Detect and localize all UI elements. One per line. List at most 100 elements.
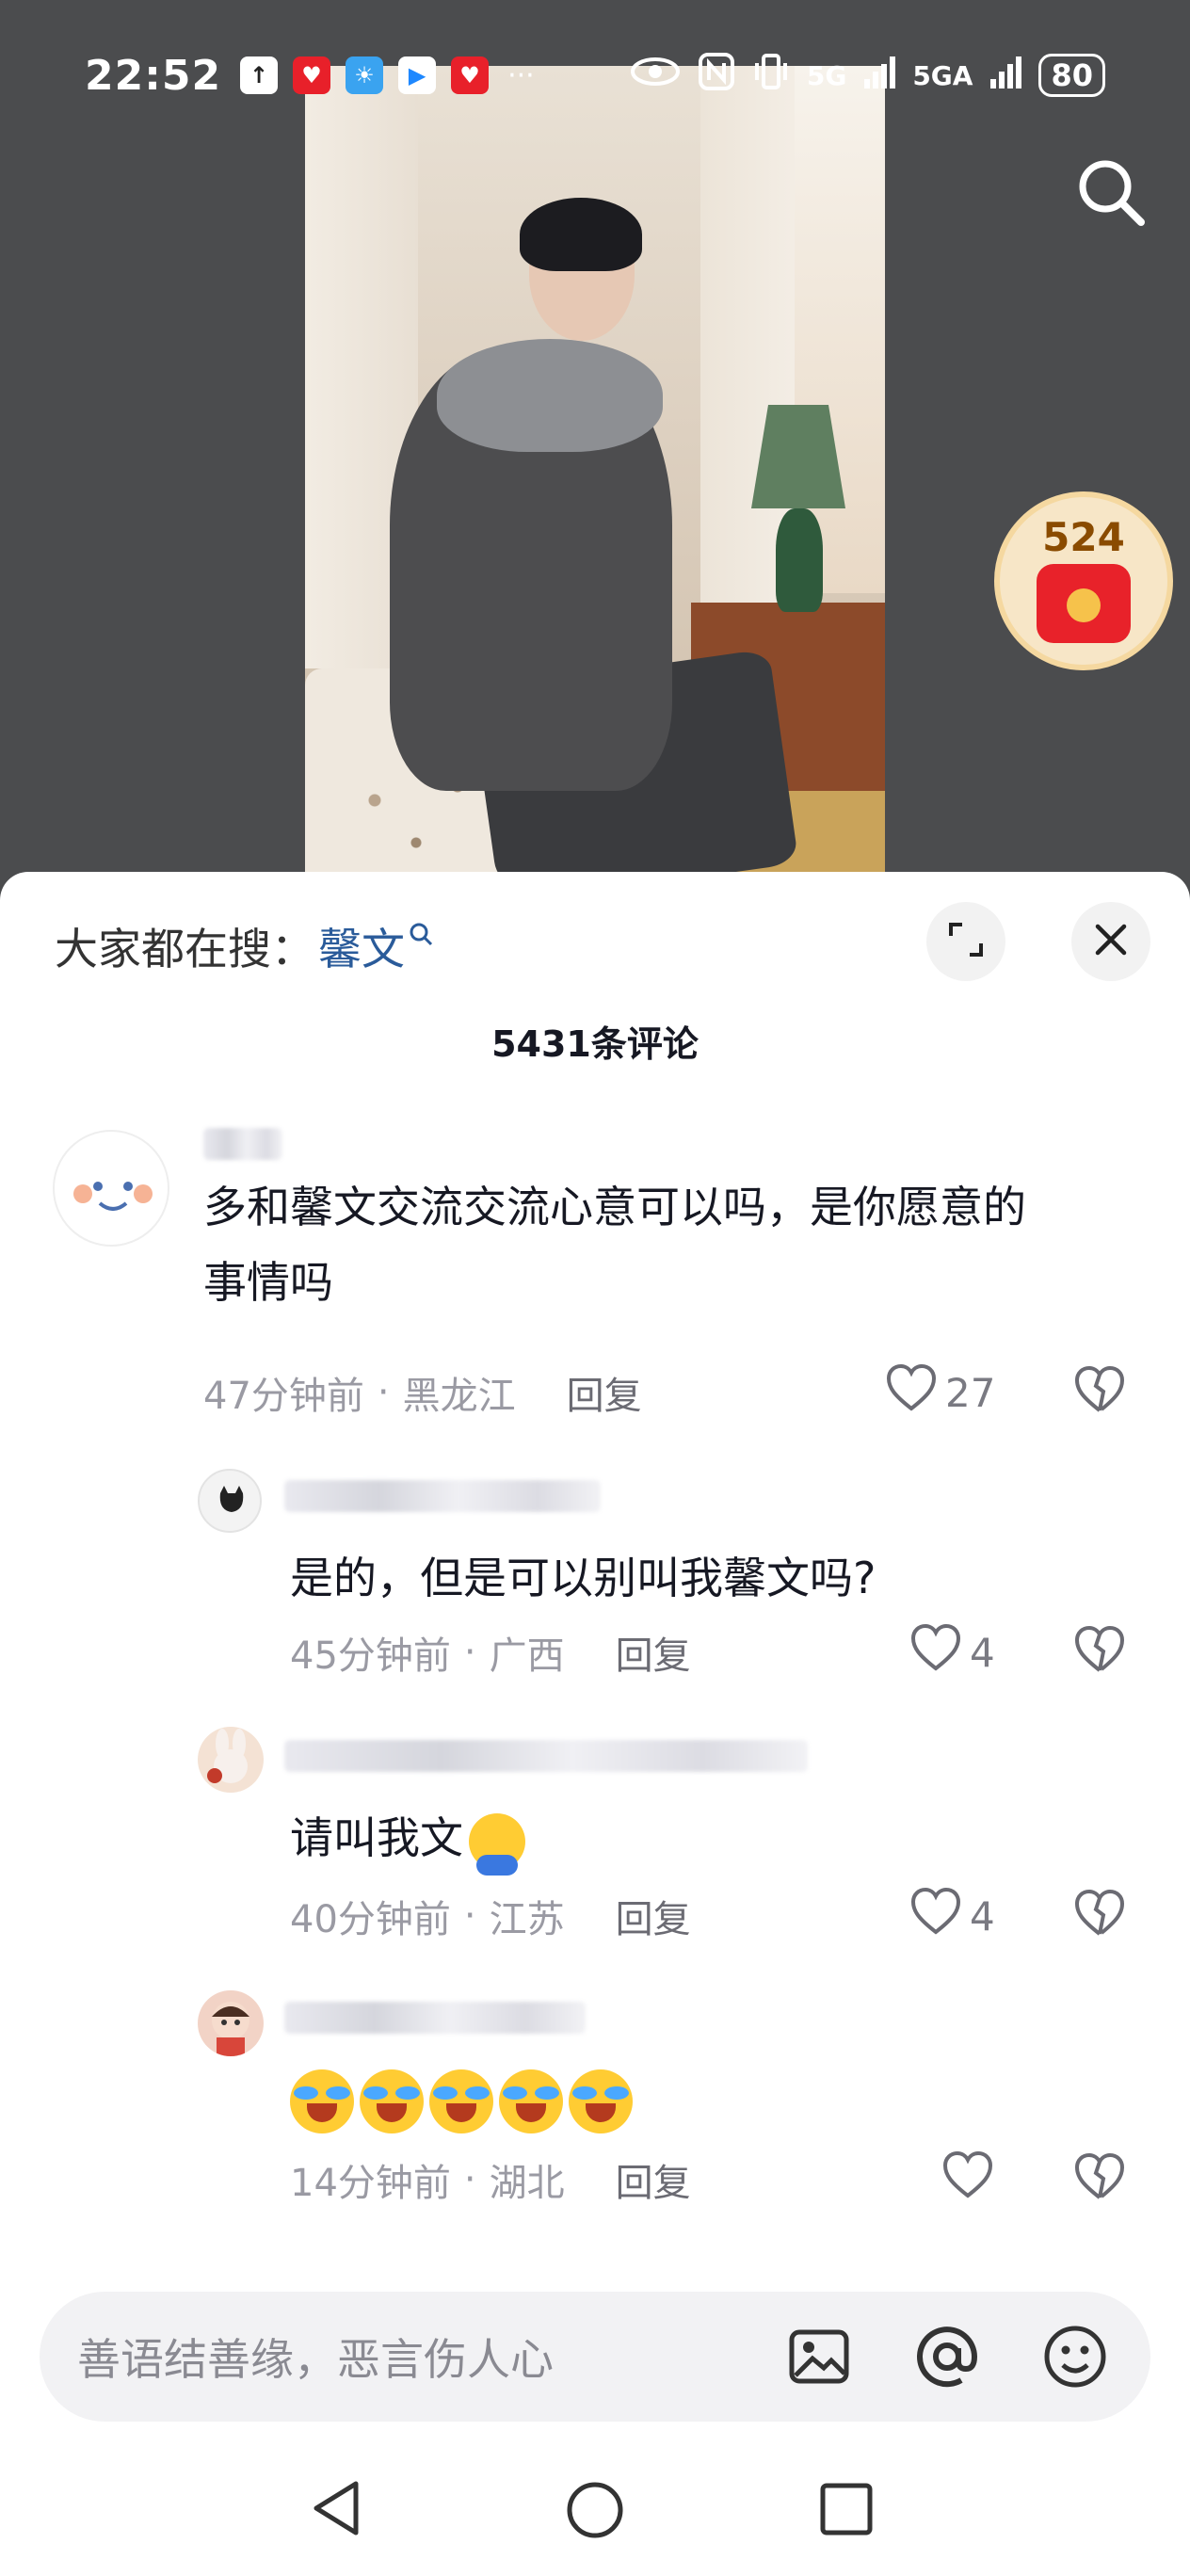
more-notifications-icon: ···: [507, 58, 535, 92]
reply-emoji-row: [290, 2060, 638, 2135]
nav-home-button[interactable]: [565, 2480, 625, 2544]
status-time: 22:52: [85, 51, 222, 100]
broken-heart-icon: [1073, 2152, 1126, 2205]
laughing-crying-emoji-icon: [290, 2069, 354, 2133]
avatar[interactable]: [198, 1990, 264, 2056]
heart-icon: [941, 2150, 1002, 2209]
nfc-icon: [698, 52, 735, 100]
comment-time: 45分钟前: [290, 1634, 451, 1678]
comment-location: 湖北: [489, 2162, 565, 2205]
network-5g-label: 5G: [806, 59, 847, 91]
like-count: 4: [970, 1892, 995, 1940]
video-player[interactable]: [305, 66, 885, 885]
search-icon[interactable]: [1075, 156, 1147, 228]
red-packet-widget[interactable]: 524: [994, 491, 1173, 670]
heart-icon: [909, 1887, 970, 1945]
network-5ga-label: 5GA: [912, 59, 973, 91]
dislike-button[interactable]: [1073, 1365, 1126, 1418]
video-person-scarf: [437, 339, 663, 452]
broken-heart-icon: [1073, 1365, 1126, 1418]
recents-square-icon: [819, 2483, 874, 2540]
expand-button[interactable]: [926, 902, 1005, 981]
close-button[interactable]: [1071, 902, 1150, 981]
taobao-notification-icon: ♥: [293, 56, 331, 94]
laughing-crying-emoji-icon: [360, 2069, 424, 2133]
reply-button[interactable]: 回复: [616, 2152, 691, 2207]
comment-location: 广西: [489, 1634, 565, 1678]
comment-count: 5431条评论: [491, 1023, 699, 1065]
hot-search-term[interactable]: 馨文: [318, 915, 405, 977]
nav-recents-button[interactable]: [819, 2482, 874, 2540]
comment-sheet: 大家都在搜： 馨文 5431条评论 多和馨文交流交流心意可以吗，是你愿意的 事情…: [0, 872, 1190, 2576]
eye-icon: [630, 56, 681, 96]
hot-search-row[interactable]: 大家都在搜： 馨文: [55, 915, 433, 977]
battery-indicator: 80: [1038, 54, 1105, 97]
avatar[interactable]: [198, 1727, 264, 1793]
upload-notification-icon: ↑: [240, 56, 279, 94]
home-circle-icon: [565, 2482, 625, 2544]
comment-text-line: 多和馨文交流交流心意可以吗，是你愿意的: [203, 1182, 1026, 1232]
avatar[interactable]: [198, 1469, 262, 1533]
like-button[interactable]: [941, 2150, 1002, 2209]
dislike-button[interactable]: [1073, 1625, 1126, 1678]
expand-icon: [947, 921, 985, 962]
close-icon: [1094, 923, 1128, 960]
hot-search-label: 大家都在搜：: [55, 924, 314, 974]
red-packet-count: 524: [1042, 514, 1125, 560]
like-count: 27: [945, 1369, 996, 1416]
image-icon[interactable]: [781, 2319, 857, 2394]
reply-text-content: 请叫我文: [290, 1812, 463, 1863]
like-button[interactable]: 27: [885, 1363, 995, 1422]
comment-time: 40分钟前: [290, 1898, 451, 1941]
laughing-crying-emoji-icon: [429, 2069, 493, 2133]
video-app-notification-icon: ▶: [398, 56, 437, 94]
mention-icon[interactable]: [909, 2319, 985, 2394]
reply-button[interactable]: 回复: [616, 1625, 691, 1680]
comment-location: 黑龙江: [402, 1375, 516, 1418]
dislike-button[interactable]: [1073, 1889, 1126, 1941]
comment-time: 14分钟前: [290, 2162, 451, 2205]
video-lamp-base: [776, 508, 823, 612]
meta-separator: ·: [463, 2158, 476, 2201]
blurred-username[interactable]: [203, 1128, 282, 1160]
back-triangle-icon: [309, 2481, 365, 2542]
heart-icon: [909, 1623, 970, 1682]
emoji-picker-icon[interactable]: [1037, 2319, 1113, 2394]
comment-time: 47分钟前: [203, 1375, 364, 1418]
reply-text: 请叫我文: [290, 1800, 525, 1876]
signal-icon-2: [989, 55, 1022, 97]
red-envelope-icon: [1037, 564, 1131, 643]
comment-meta: 40分钟前 · 江苏 回复: [290, 1889, 691, 1943]
meta-separator: ·: [463, 1631, 476, 1674]
blurred-username[interactable]: [284, 2002, 586, 2034]
nav-back-button[interactable]: [309, 2478, 365, 2542]
heart-icon: [885, 1363, 945, 1422]
like-button[interactable]: 4: [909, 1887, 995, 1945]
status-bar: 22:52 ↑ ♥ ☀ ▶ ♥ ··· 5G 5GA 80: [0, 38, 1190, 113]
dislike-button[interactable]: [1073, 2152, 1126, 2205]
blurred-username[interactable]: [284, 1740, 808, 1772]
avatar[interactable]: [53, 1130, 169, 1247]
comment-text: 多和馨文交流交流心意可以吗，是你愿意的 事情吗: [203, 1169, 1026, 1320]
laughing-crying-emoji-icon: [569, 2069, 633, 2133]
reply-button[interactable]: 回复: [616, 1889, 691, 1943]
signal-icon: [863, 55, 896, 97]
taobao-notification-icon-2: ♥: [451, 56, 490, 94]
like-button[interactable]: 4: [909, 1623, 995, 1682]
meta-separator: ·: [377, 1371, 390, 1414]
comment-meta: 14分钟前 · 湖北 回复: [290, 2152, 691, 2207]
video-person-hair: [520, 198, 642, 271]
comment-meta: 47分钟前 · 黑龙江 回复: [203, 1365, 642, 1420]
comment-location: 江苏: [489, 1898, 565, 1941]
comment-input-placeholder[interactable]: 善语结善缘，恶言伤人心: [77, 2326, 729, 2388]
broken-heart-icon: [1073, 1625, 1126, 1678]
meta-separator: ·: [463, 1894, 476, 1938]
status-right-group: 5G 5GA 80: [630, 52, 1105, 100]
happy-emoji-icon: [469, 1812, 525, 1876]
comment-input-bar[interactable]: 善语结善缘，恶言伤人心: [40, 2292, 1150, 2422]
broken-heart-icon: [1073, 1889, 1126, 1941]
laughing-crying-emoji-icon: [499, 2069, 563, 2133]
reply-button[interactable]: 回复: [567, 1365, 642, 1420]
blurred-username[interactable]: [284, 1480, 601, 1512]
reply-text: 是的，但是可以别叫我馨文吗?: [290, 1553, 876, 1603]
